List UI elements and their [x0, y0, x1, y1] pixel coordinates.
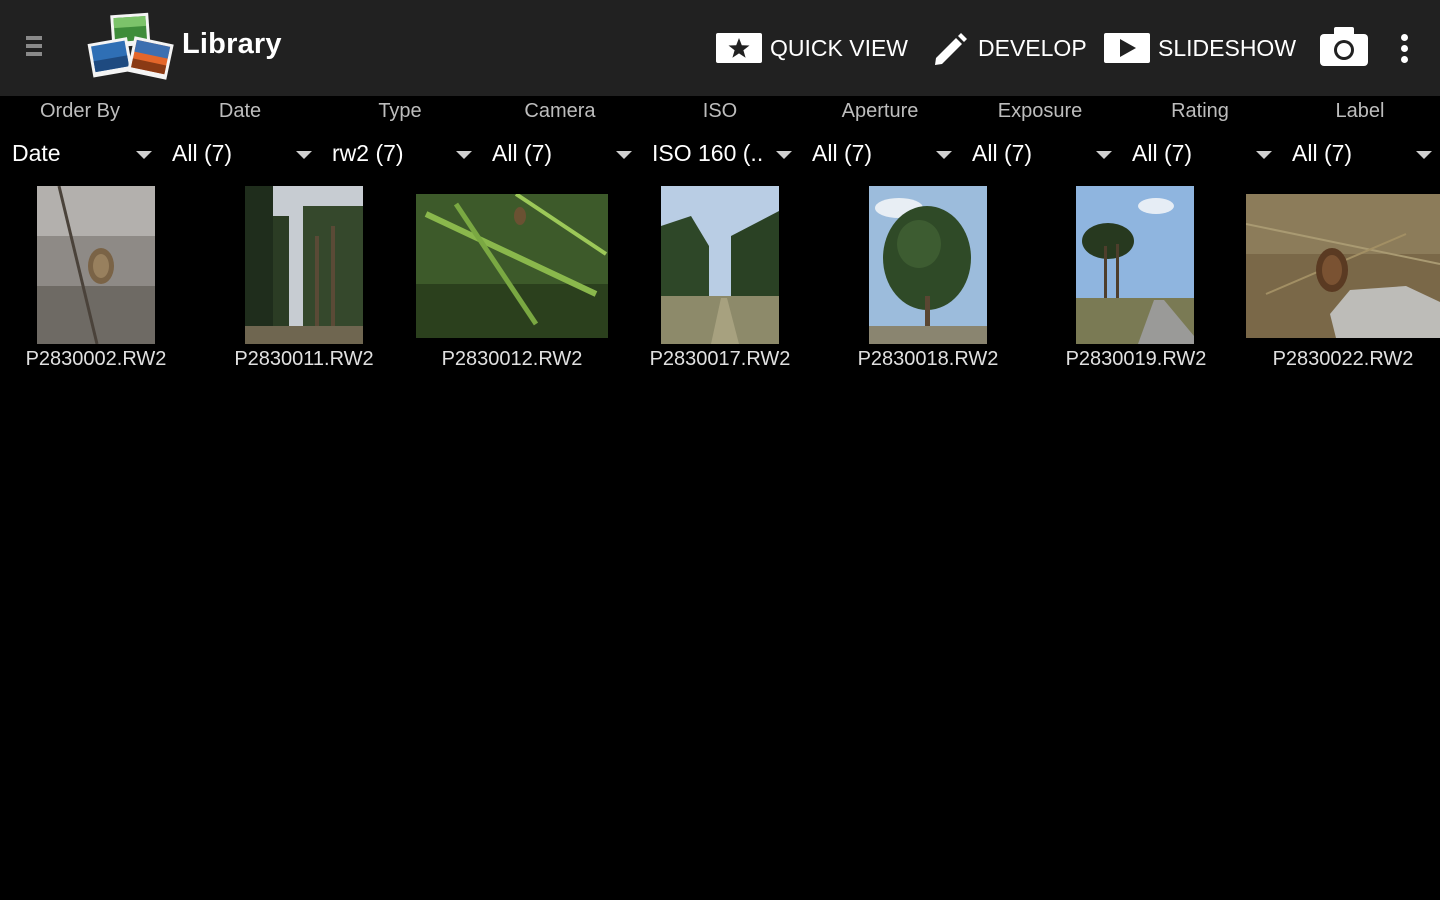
filter-value: Date — [12, 140, 61, 166]
photo-thumbnail[interactable]: P2830019.RW2 — [1040, 186, 1232, 376]
slideshow-button[interactable]: SLIDESHOW — [1104, 26, 1296, 70]
slideshow-label: SLIDESHOW — [1158, 34, 1297, 61]
filter-date[interactable]: Date All (7) — [160, 96, 320, 180]
overflow-menu-icon[interactable] — [1390, 28, 1418, 68]
filter-camera[interactable]: Camera All (7) — [480, 96, 640, 180]
star-icon — [716, 33, 762, 63]
filter-label-color[interactable]: Label All (7) — [1280, 96, 1440, 180]
filter-value: All (7) — [1132, 140, 1193, 166]
photo-thumbnail[interactable]: P2830011.RW2 — [208, 186, 400, 376]
dropdown-arrow-icon — [936, 151, 952, 159]
filter-label: Aperture — [841, 100, 919, 122]
drawer-menu-icon[interactable] — [26, 36, 48, 62]
dropdown-arrow-icon — [776, 151, 792, 159]
photo-image — [1246, 194, 1440, 338]
dropdown-arrow-icon — [616, 151, 632, 159]
play-icon — [1104, 33, 1150, 63]
photo-image — [37, 186, 155, 344]
filter-label: Date — [218, 100, 262, 122]
photo-thumbnail[interactable]: P2830012.RW2 — [416, 186, 608, 376]
dropdown-arrow-icon — [1256, 151, 1272, 159]
photo-filename: P2830019.RW2 — [1065, 348, 1207, 370]
quick-view-label: QUICK VIEW — [770, 34, 909, 61]
filter-value: All (7) — [492, 140, 553, 166]
photo-image — [661, 186, 779, 344]
photo-filename: P2830018.RW2 — [857, 348, 999, 370]
filter-label: Exposure — [997, 100, 1083, 122]
photo-filename: P2830011.RW2 — [234, 348, 374, 370]
filter-value: All (7) — [972, 140, 1033, 166]
filter-type[interactable]: Type rw2 (7) — [320, 96, 480, 180]
photo-filename: P2830022.RW2 — [1272, 348, 1414, 370]
action-bar: Library QUICK VIEW DEVELOP SLIDESHOW — [0, 0, 1440, 96]
filter-aperture[interactable]: Aperture All (7) — [800, 96, 960, 180]
photo-thumbnail[interactable]: P2830022.RW2 — [1246, 186, 1440, 376]
photo-filename: P2830002.RW2 — [25, 348, 167, 370]
filter-order-by[interactable]: Order By Date — [0, 96, 160, 180]
photo-filename: P2830017.RW2 — [649, 348, 791, 370]
filter-rating[interactable]: Rating All (7) — [1120, 96, 1280, 180]
quick-view-button[interactable]: QUICK VIEW — [716, 26, 908, 70]
photo-image — [1076, 186, 1194, 344]
app-logo-icon[interactable] — [84, 10, 178, 88]
filter-label: Label — [1335, 100, 1385, 122]
filter-label: Camera — [524, 100, 596, 122]
filter-label: Type — [378, 100, 422, 122]
dropdown-arrow-icon — [456, 151, 472, 159]
filter-label: Order By — [39, 100, 121, 122]
dropdown-arrow-icon — [1416, 151, 1432, 159]
filter-value: rw2 (7) — [332, 140, 404, 166]
filter-value: ISO 160 (.. — [652, 140, 764, 166]
filter-exposure[interactable]: Exposure All (7) — [960, 96, 1120, 180]
filter-value: All (7) — [812, 140, 873, 166]
develop-label: DEVELOP — [978, 34, 1087, 61]
app-title: Library — [182, 28, 282, 60]
develop-button[interactable]: DEVELOP — [930, 26, 1087, 70]
photo-image — [869, 186, 987, 344]
filter-label: ISO — [702, 100, 738, 122]
photo-image — [245, 186, 363, 344]
filter-value: All (7) — [172, 140, 233, 166]
photo-image — [416, 194, 608, 338]
camera-icon[interactable] — [1318, 24, 1370, 70]
dropdown-arrow-icon — [296, 151, 312, 159]
filter-iso[interactable]: ISO ISO 160 (.. — [640, 96, 800, 180]
photo-filename: P2830012.RW2 — [441, 348, 583, 370]
dropdown-arrow-icon — [136, 151, 152, 159]
pencil-icon — [930, 28, 970, 68]
photo-thumbnail[interactable]: P2830002.RW2 — [0, 186, 192, 376]
filter-value: All (7) — [1292, 140, 1353, 166]
photo-thumbnail[interactable]: P2830018.RW2 — [832, 186, 1024, 376]
dropdown-arrow-icon — [1096, 151, 1112, 159]
photo-thumbnail[interactable]: P2830017.RW2 — [624, 186, 816, 376]
filter-bar: Order By Date Date All (7) Type rw2 (7) … — [0, 96, 1440, 180]
filter-label: Rating — [1171, 100, 1229, 122]
